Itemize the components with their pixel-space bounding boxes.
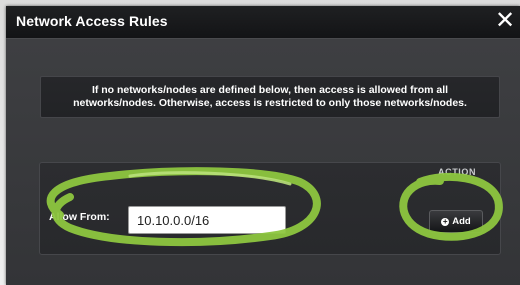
- screenshot-frame: Network Access Rules ✕ If no networks/no…: [0, 0, 520, 285]
- add-button-label: Add: [452, 216, 471, 227]
- network-address-input[interactable]: [128, 206, 286, 234]
- action-column-header: ACTION: [438, 167, 477, 177]
- network-access-rules-dialog: Network Access Rules ✕ If no networks/no…: [6, 6, 520, 285]
- dialog-titlebar: Network Access Rules ✕: [6, 6, 520, 39]
- allow-from-label: Allow From:: [49, 211, 110, 223]
- info-notice: If no networks/nodes are defined below, …: [40, 76, 500, 118]
- close-icon[interactable]: ✕: [492, 7, 518, 35]
- add-button[interactable]: + Add: [429, 210, 483, 233]
- dialog-body: If no networks/nodes are defined below, …: [6, 39, 520, 285]
- info-notice-text: If no networks/nodes are defined below, …: [73, 84, 467, 109]
- dialog-title: Network Access Rules: [16, 13, 168, 29]
- plus-circle-icon: +: [441, 216, 450, 226]
- rule-panel: ACTION Allow From: + Add: [39, 162, 501, 255]
